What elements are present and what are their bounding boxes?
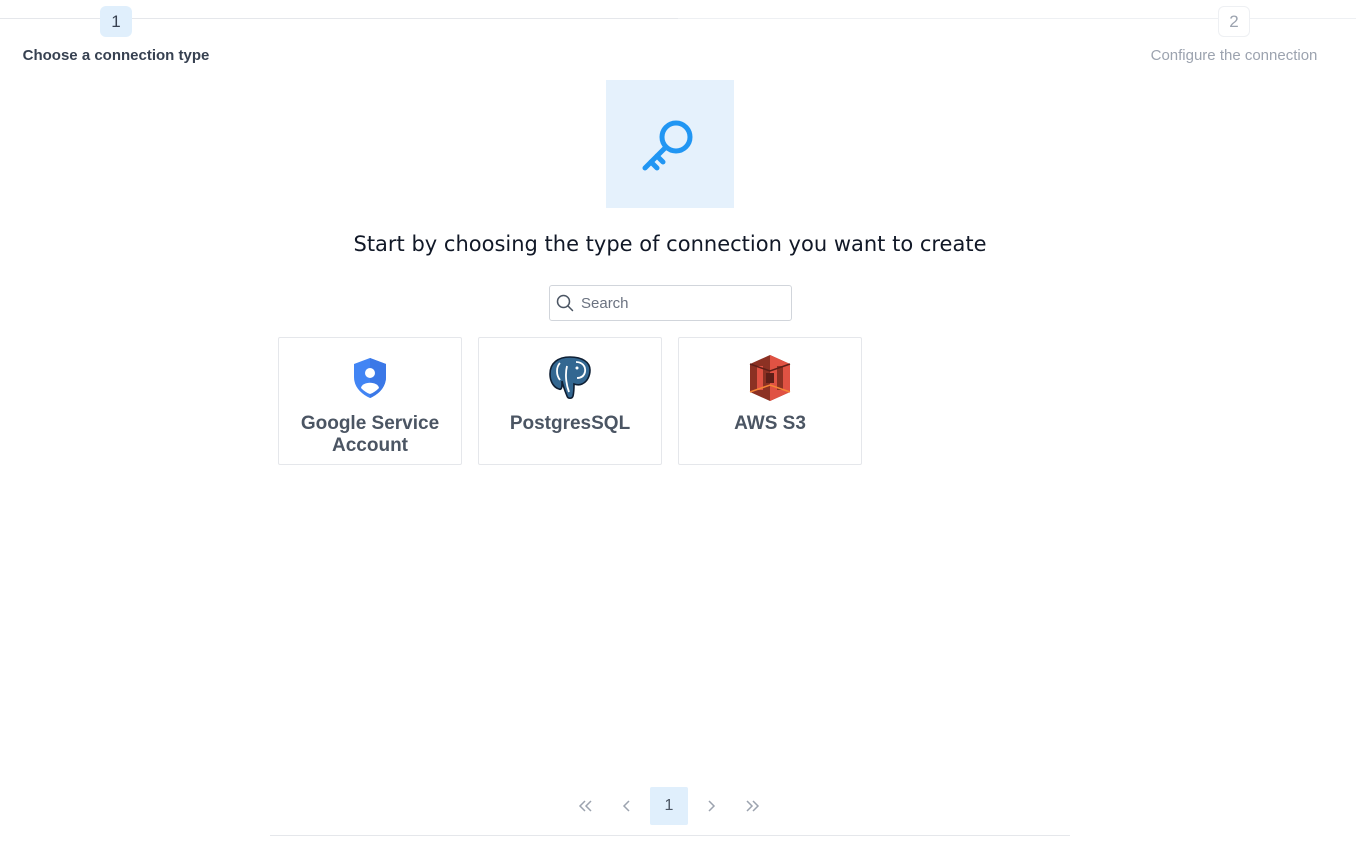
step-label: Configure the connection bbox=[1150, 47, 1318, 64]
last-page-button[interactable] bbox=[734, 787, 772, 825]
step-configure-connection[interactable]: 2 Configure the connection bbox=[1134, 6, 1334, 64]
search-input[interactable] bbox=[581, 286, 786, 320]
chevron-left-icon bbox=[622, 800, 630, 812]
page-number-button[interactable]: 1 bbox=[650, 787, 688, 825]
double-chevron-right-icon bbox=[746, 800, 760, 812]
double-chevron-left-icon bbox=[578, 800, 592, 812]
connection-card-aws-s3[interactable]: AWS S3 bbox=[678, 337, 862, 465]
next-page-button[interactable] bbox=[692, 787, 730, 825]
search-icon bbox=[556, 294, 574, 312]
connection-card-postgresql[interactable]: PostgresSQL bbox=[478, 337, 662, 465]
first-page-button[interactable] bbox=[566, 787, 604, 825]
step-label: Choose a connection type bbox=[22, 47, 210, 64]
postgresql-elephant-icon bbox=[549, 356, 591, 400]
connection-card-google-service-account[interactable]: Google Service Account bbox=[278, 337, 462, 465]
connection-card-label: Google Service Account bbox=[300, 413, 440, 456]
step-number: 2 bbox=[1218, 6, 1250, 37]
aws-s3-icon bbox=[749, 355, 791, 401]
key-icon bbox=[642, 120, 693, 171]
pagination: 1 bbox=[566, 787, 772, 825]
hero-icon-tile bbox=[606, 80, 734, 208]
step-choose-connection-type[interactable]: 1 Choose a connection type bbox=[16, 6, 216, 64]
search-box[interactable] bbox=[549, 285, 792, 321]
connection-type-list: Google Service Account PostgresSQL AWS S… bbox=[278, 337, 862, 465]
bottom-divider bbox=[270, 835, 1070, 836]
connection-wizard: 1 Choose a connection type 2 Configure t… bbox=[0, 0, 1356, 846]
page-title: Start by choosing the type of connection… bbox=[353, 232, 987, 256]
connection-card-label: AWS S3 bbox=[734, 413, 806, 434]
stepper: 1 Choose a connection type 2 Configure t… bbox=[0, 0, 1356, 80]
step-number: 1 bbox=[100, 6, 132, 37]
previous-page-button[interactable] bbox=[608, 787, 646, 825]
google-service-account-icon bbox=[354, 358, 386, 398]
connection-card-label: PostgresSQL bbox=[509, 413, 631, 434]
chevron-right-icon bbox=[708, 800, 716, 812]
